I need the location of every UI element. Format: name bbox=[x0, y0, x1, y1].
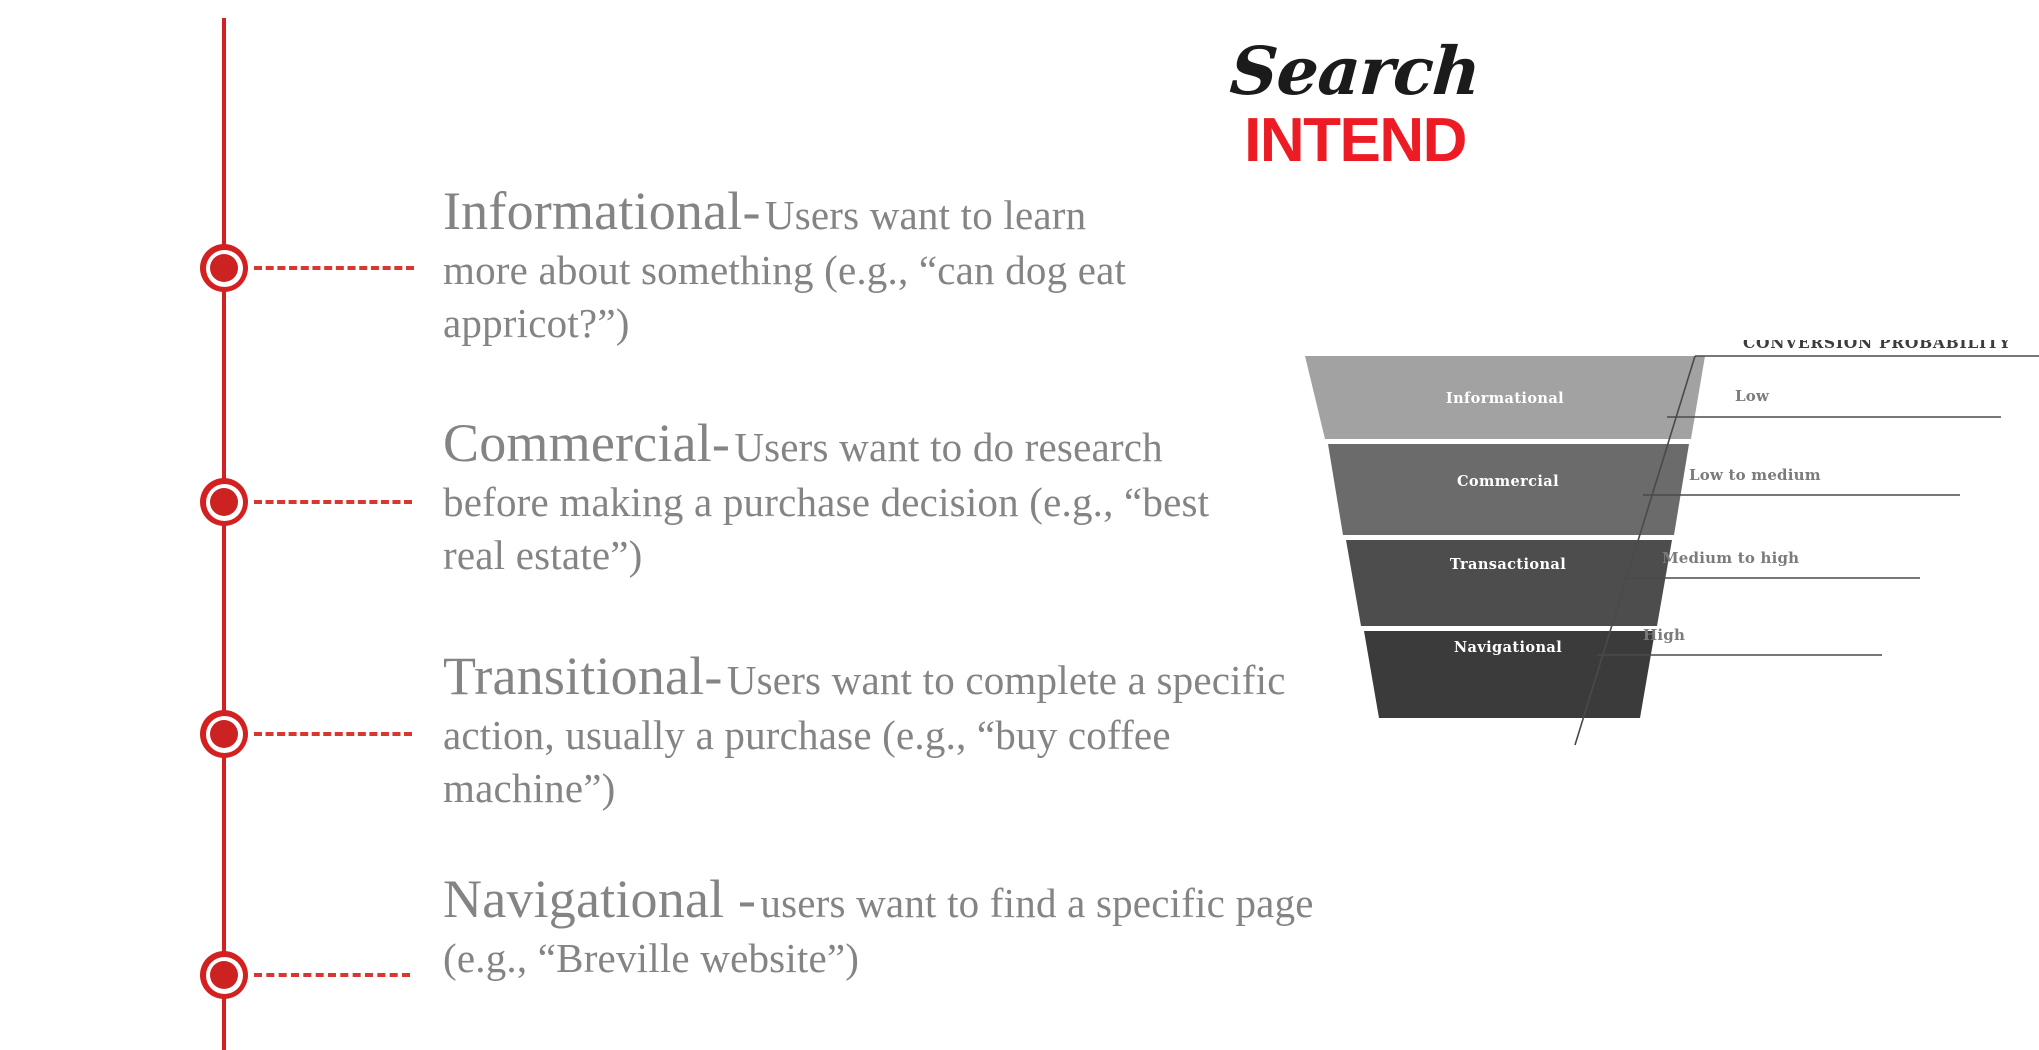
conversion-scale-label-low-to-medium: Low to medium bbox=[1689, 466, 1821, 484]
timeline-marker-core bbox=[210, 720, 238, 748]
timeline-marker-core bbox=[210, 961, 238, 989]
timeline-marker-ring-gap bbox=[205, 956, 243, 994]
timeline-marker-ring-gap bbox=[205, 249, 243, 287]
timeline-marker-1[interactable] bbox=[200, 244, 248, 292]
conversion-scale-label-low: Low bbox=[1735, 387, 1770, 405]
timeline-marker-ring-gap bbox=[205, 483, 243, 521]
timeline-connector-2 bbox=[254, 500, 412, 504]
intent-block-transitional: Transitional- Users want to complete a s… bbox=[443, 645, 1353, 815]
timeline-marker-3[interactable] bbox=[200, 710, 248, 758]
conversion-scale-label-medium-to-high: Medium to high bbox=[1662, 549, 1799, 567]
conversion-scale-label-high: High bbox=[1643, 626, 1685, 644]
timeline-marker-core bbox=[210, 488, 238, 516]
intent-term: Commercial- bbox=[443, 413, 731, 473]
timeline-marker-ring-gap bbox=[205, 715, 243, 753]
funnel-segment-label: Navigational bbox=[1454, 639, 1562, 656]
brand-word-search: Search bbox=[1227, 32, 1483, 110]
funnel-segment-label: Transactional bbox=[1450, 556, 1566, 573]
intent-term: Navigational - bbox=[443, 869, 757, 929]
conversion-scale-title: CONVERSION PROBABILITY bbox=[1743, 340, 2011, 352]
funnel-segment-label: Informational bbox=[1446, 390, 1564, 407]
conversion-funnel-diagram: Informational Commercial Transactional N… bbox=[1280, 340, 2039, 800]
intent-block-informational: Informational- Users want to learn more … bbox=[443, 180, 1143, 350]
timeline-marker-4[interactable] bbox=[200, 951, 248, 999]
funnel-segment-label: Commercial bbox=[1457, 473, 1559, 490]
timeline-connector-1 bbox=[254, 266, 414, 270]
brand-word-intend: INTEND bbox=[1244, 106, 1467, 175]
intent-term: Informational- bbox=[443, 181, 761, 241]
funnel-segment-transactional bbox=[1346, 540, 1672, 626]
timeline-marker-core bbox=[210, 254, 238, 282]
intent-term: Transitional- bbox=[443, 646, 723, 706]
timeline-rail bbox=[222, 18, 226, 1050]
timeline-marker-2[interactable] bbox=[200, 478, 248, 526]
brand-logo: Search INTEND bbox=[1205, 32, 1505, 175]
timeline-connector-4 bbox=[254, 973, 410, 977]
intent-block-commercial: Commercial- Users want to do research be… bbox=[443, 412, 1233, 582]
intent-block-navigational: Navigational - users want to find a spec… bbox=[443, 868, 1323, 985]
timeline-connector-3 bbox=[254, 732, 412, 736]
